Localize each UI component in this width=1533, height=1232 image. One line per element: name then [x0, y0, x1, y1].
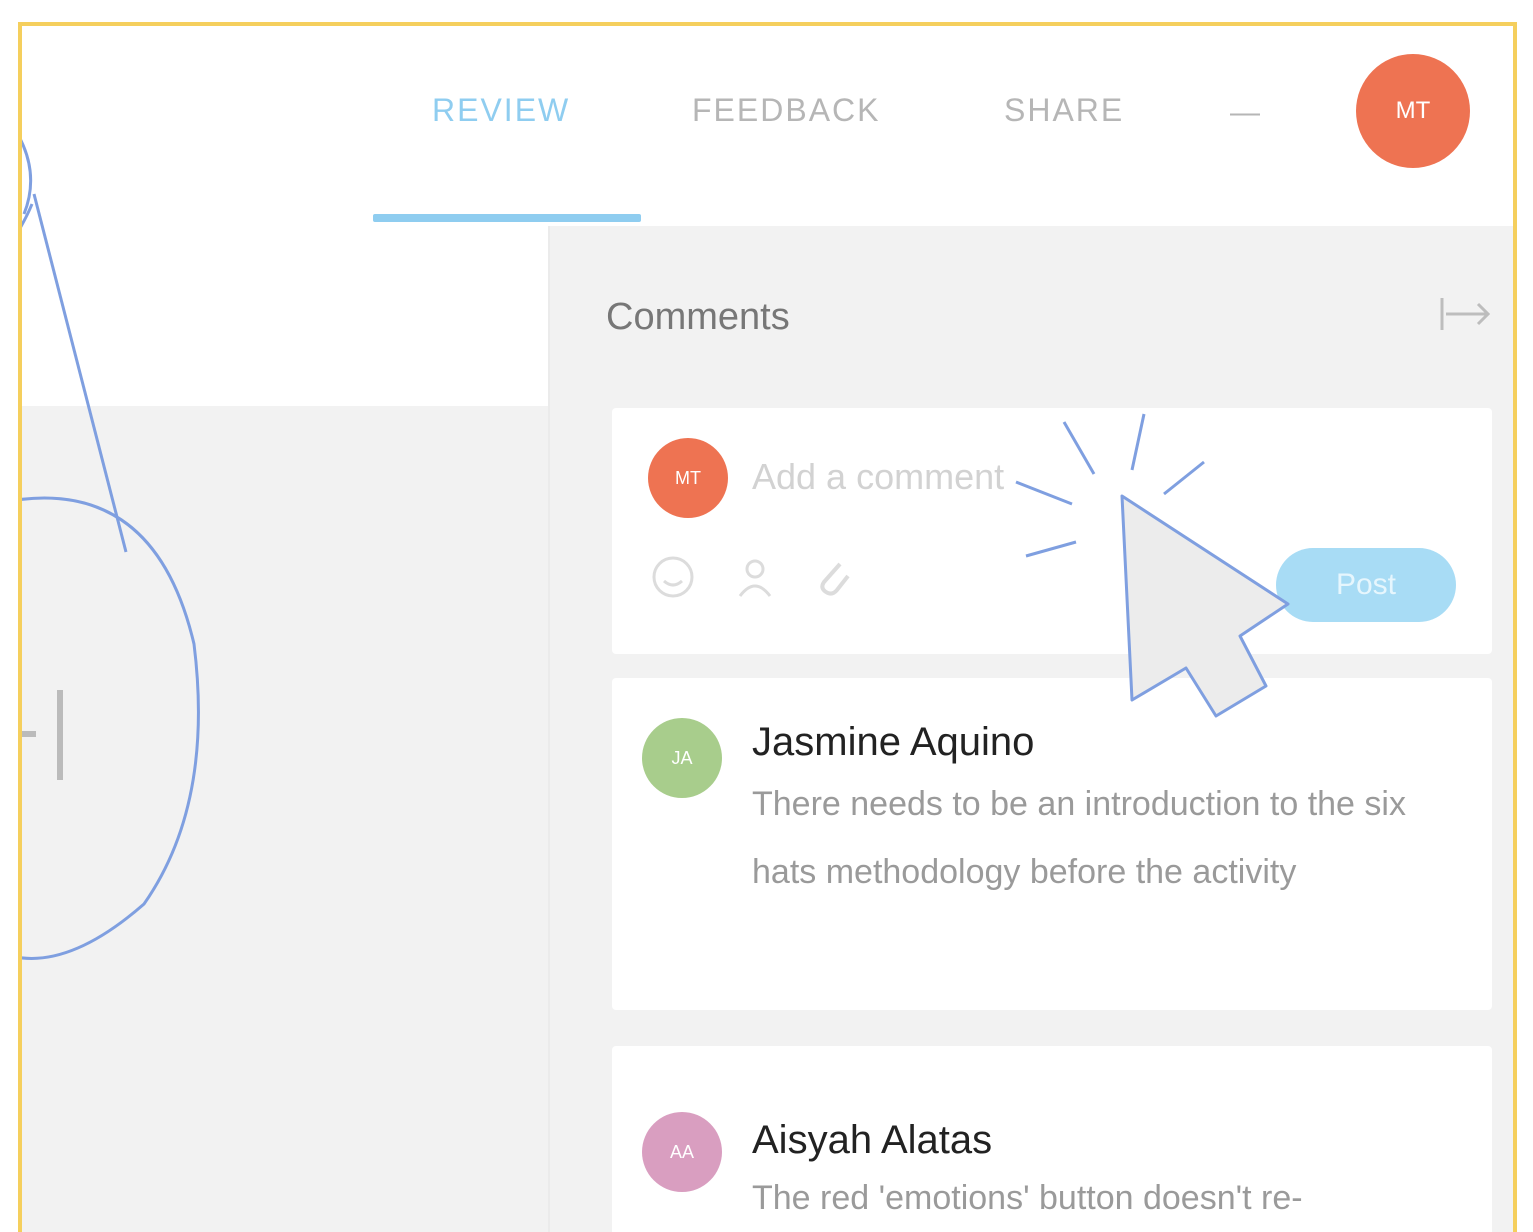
- collapse-panel-icon[interactable]: [1436, 292, 1494, 336]
- tab-share[interactable]: SHARE: [1004, 92, 1124, 129]
- post-button[interactable]: Post: [1276, 548, 1456, 622]
- user-avatar[interactable]: MT: [1356, 54, 1470, 168]
- comment-text: There needs to be an introduction to the…: [752, 785, 1406, 891]
- comment-author: Aisyah Alatas: [752, 1118, 993, 1162]
- emoji-icon[interactable]: [650, 554, 696, 600]
- active-tab-indicator: [373, 214, 641, 222]
- comment-input[interactable]: Add a comment: [752, 456, 1004, 498]
- comment-composer: MT Add a comment Post: [612, 408, 1492, 654]
- comment-author: Jasmine Aquino: [752, 720, 1035, 764]
- split-handle-icon[interactable]: [18, 676, 72, 796]
- document-header-area: [22, 226, 548, 406]
- mention-icon[interactable]: [732, 554, 778, 600]
- more-menu[interactable]: —: [1230, 96, 1261, 130]
- comment-card: JA Jasmine Aquino There needs to be an i…: [612, 678, 1492, 1010]
- comment-avatar: AA: [642, 1112, 722, 1192]
- tab-feedback[interactable]: FEEDBACK: [692, 92, 880, 129]
- comment-card: AA Aisyah Alatas The red 'emotions' butt…: [612, 1046, 1492, 1232]
- app-window: REVIEW FEEDBACK SHARE — MT Comments MT A…: [18, 22, 1517, 1232]
- document-area: [22, 406, 548, 1232]
- composer-avatar: MT: [648, 438, 728, 518]
- comments-title: Comments: [606, 296, 790, 338]
- comment-avatar: JA: [642, 718, 722, 798]
- top-tab-bar: REVIEW FEEDBACK SHARE — MT: [22, 26, 1513, 226]
- attach-icon[interactable]: [810, 554, 856, 600]
- tab-review[interactable]: REVIEW: [432, 92, 570, 129]
